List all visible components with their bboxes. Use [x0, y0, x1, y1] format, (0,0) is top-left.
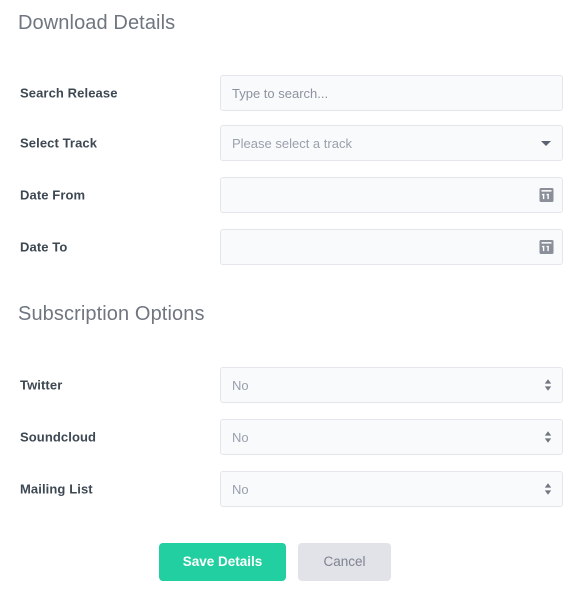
label-date-to: Date To — [20, 239, 68, 255]
control-select-track: Please select a track — [220, 125, 563, 161]
date-to-input[interactable] — [220, 229, 563, 265]
control-date-to — [220, 229, 563, 265]
control-mailing-list: No — [220, 471, 563, 507]
spinner-arrows-icon — [544, 379, 552, 391]
soundcloud-select-value: No — [232, 429, 249, 445]
download-details-heading: Download Details — [18, 12, 176, 34]
field-row-select-track: Select Track Please select a track — [0, 125, 573, 161]
mailing-list-select[interactable]: No — [220, 471, 563, 507]
cancel-button[interactable]: Cancel — [298, 543, 391, 581]
control-search-release — [220, 75, 563, 111]
control-date-from — [220, 177, 563, 213]
label-select-track: Select Track — [20, 135, 98, 151]
label-mailing-list: Mailing List — [20, 481, 93, 497]
field-row-date-from: Date From — [0, 177, 573, 213]
soundcloud-select[interactable]: No — [220, 419, 563, 455]
date-from-input[interactable] — [220, 177, 563, 213]
field-row-mailing-list: Mailing List No — [0, 471, 573, 507]
spinner-arrows-icon — [544, 431, 552, 443]
field-row-date-to: Date To — [0, 229, 573, 265]
field-row-soundcloud: Soundcloud No — [0, 419, 573, 455]
form-actions: Save Details Cancel — [0, 543, 573, 583]
chevron-down-icon — [541, 141, 551, 146]
field-row-search-release: Search Release — [0, 75, 573, 111]
label-twitter: Twitter — [20, 377, 63, 393]
mailing-list-select-value: No — [232, 481, 249, 497]
download-details-form: Download Details Search Release Select T… — [0, 0, 573, 589]
select-track-dropdown[interactable]: Please select a track — [220, 125, 563, 161]
search-release-input[interactable] — [220, 75, 563, 111]
field-row-twitter: Twitter No — [0, 367, 573, 403]
label-search-release: Search Release — [20, 85, 118, 101]
spinner-arrows-icon — [544, 483, 552, 495]
twitter-select[interactable]: No — [220, 367, 563, 403]
label-soundcloud: Soundcloud — [20, 429, 97, 445]
control-twitter: No — [220, 367, 563, 403]
select-track-value: Please select a track — [232, 135, 352, 151]
twitter-select-value: No — [232, 377, 249, 393]
subscription-options-heading: Subscription Options — [18, 303, 205, 325]
label-date-from: Date From — [20, 187, 86, 203]
control-soundcloud: No — [220, 419, 563, 455]
save-details-button[interactable]: Save Details — [159, 543, 286, 581]
